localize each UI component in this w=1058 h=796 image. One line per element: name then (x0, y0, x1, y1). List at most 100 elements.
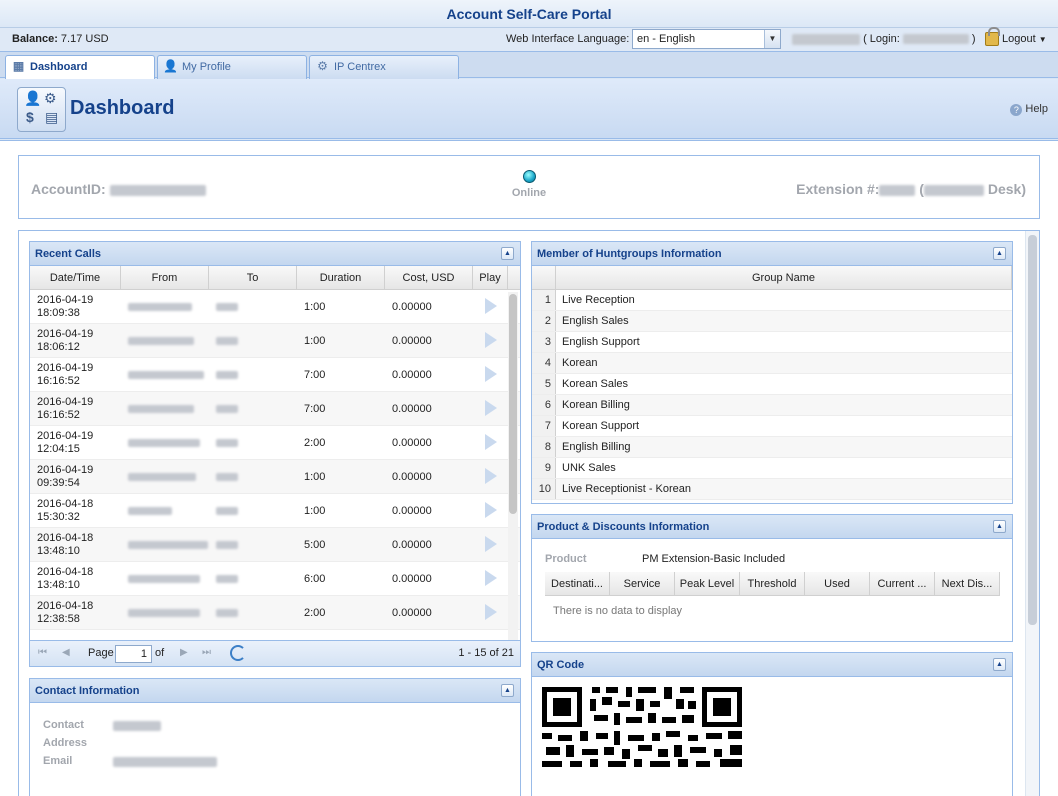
panel-title: QR Code (537, 659, 585, 671)
table-row[interactable]: 2016-04-19 18:09:38 1:00 0.00000 (30, 290, 520, 324)
account-id-label: AccountID: (31, 181, 106, 197)
last-page-icon[interactable]: ⏭ (202, 647, 211, 658)
table-row[interactable]: 2016-04-18 12:38:58 2:00 0.00000 (30, 596, 520, 630)
play-icon[interactable] (485, 366, 497, 380)
play-icon[interactable] (485, 400, 497, 414)
table-row[interactable]: 6 Korean Billing (532, 395, 1012, 416)
group-name: Live Reception (562, 294, 635, 306)
column-header[interactable]: Cost, USD (385, 266, 473, 289)
scrollbar-thumb[interactable] (509, 294, 517, 514)
column-header[interactable]: Duration (297, 266, 385, 289)
redacted-from (128, 404, 194, 413)
collapse-icon[interactable]: ▲ (501, 247, 514, 260)
dashboard-scrollbar[interactable] (1025, 231, 1039, 796)
table-row[interactable]: 2016-04-18 13:48:10 6:00 0.00000 (30, 562, 520, 596)
redacted-from (128, 472, 196, 481)
tab-my-profile[interactable]: 👤 My Profile (157, 55, 307, 79)
collapse-icon[interactable]: ▲ (993, 658, 1006, 671)
column-header[interactable]: Play (473, 266, 508, 289)
collapse-icon[interactable]: ▲ (993, 520, 1006, 533)
collapse-icon[interactable]: ▲ (501, 684, 514, 697)
table-row[interactable]: 2016-04-19 12:04:15 2:00 0.00000 (30, 426, 520, 460)
refresh-icon[interactable] (230, 645, 246, 661)
table-row[interactable]: 2016-04-18 13:48:10 5:00 0.00000 (30, 528, 520, 562)
column-header[interactable]: Group Name (556, 266, 1012, 289)
play-icon[interactable] (485, 604, 497, 618)
column-header[interactable]: Service (610, 572, 675, 595)
call-time: 15:30:32 (37, 510, 80, 523)
table-row[interactable]: 2016-04-19 16:16:52 7:00 0.00000 (30, 392, 520, 426)
call-from (121, 539, 209, 551)
call-datetime: 2016-04-18 12:38:58 (30, 600, 121, 626)
play-icon[interactable] (485, 434, 497, 448)
call-to (209, 539, 297, 551)
play-icon[interactable] (485, 468, 497, 482)
next-page-icon[interactable]: ▶ (180, 647, 188, 658)
play-icon[interactable] (485, 502, 497, 516)
table-row[interactable]: 4 Korean (532, 353, 1012, 374)
page-title: Dashboard (70, 97, 175, 119)
column-header[interactable]: Current ... (870, 572, 935, 595)
call-play-cell (473, 434, 508, 451)
call-from (121, 505, 209, 517)
table-row[interactable]: 2 English Sales (532, 311, 1012, 332)
redacted-username (792, 33, 860, 45)
column-header[interactable]: To (209, 266, 297, 289)
call-play-cell (473, 468, 508, 485)
address-label: Address (43, 737, 88, 749)
table-row[interactable]: 9 UNK Sales (532, 458, 1012, 479)
column-header[interactable]: Used (805, 572, 870, 595)
email-label: Email (43, 755, 73, 767)
column-header[interactable]: Peak Level (675, 572, 740, 595)
table-row[interactable]: 2016-04-19 16:16:52 7:00 0.00000 (30, 358, 520, 392)
call-duration: 7:00 (304, 402, 326, 415)
call-time: 13:48:10 (37, 544, 80, 557)
call-to (209, 471, 297, 483)
call-time: 12:04:15 (37, 442, 80, 455)
logout-button[interactable]: Logout ▼ (985, 27, 1047, 49)
language-select[interactable]: en - English ▼ (632, 29, 781, 49)
tab-label: My Profile (182, 61, 231, 73)
panel-title: Contact Information (35, 685, 140, 697)
table-row[interactable]: 2016-04-19 18:06:12 1:00 0.00000 (30, 324, 520, 358)
group-name: Korean Support (562, 420, 640, 432)
call-to (209, 369, 297, 381)
app-title: Account Self-Care Portal (0, 0, 1058, 28)
table-row[interactable]: 2016-04-19 09:39:54 1:00 0.00000 (30, 460, 520, 494)
extension-info: Extension #: ( Desk) (796, 181, 1026, 197)
table-row[interactable]: 7 Korean Support (532, 416, 1012, 437)
tab-ip-centrex[interactable]: ⚙ IP Centrex (309, 55, 459, 79)
login-info: ( Login: ) (792, 33, 976, 45)
prev-page-icon[interactable]: ◀ (62, 647, 70, 658)
play-icon[interactable] (485, 536, 497, 550)
table-row[interactable]: 10 Live Receptionist - Korean (532, 479, 1012, 500)
chevron-down-icon[interactable]: ▼ (764, 30, 780, 48)
row-number: 2 (532, 311, 556, 331)
play-icon[interactable] (485, 570, 497, 584)
column-header[interactable]: Next Dis... (935, 572, 1000, 595)
column-header[interactable]: Date/Time (30, 266, 121, 289)
tab-dashboard[interactable]: ▦ Dashboard (5, 55, 155, 80)
calls-scrollbar[interactable] (508, 292, 518, 642)
play-icon[interactable] (485, 332, 497, 346)
call-to (209, 301, 297, 313)
collapse-icon[interactable]: ▲ (993, 247, 1006, 260)
call-duration: 1:00 (304, 504, 326, 517)
table-row[interactable]: 5 Korean Sales (532, 374, 1012, 395)
column-header[interactable]: From (121, 266, 209, 289)
dashboard-logo-icon: 👤 ⚙ $ ▤ (17, 87, 66, 132)
scrollbar-thumb[interactable] (1028, 235, 1037, 625)
column-header[interactable]: Threshold (740, 572, 805, 595)
page-header: 👤 ⚙ $ ▤ Dashboard ? Help (0, 79, 1058, 139)
table-row[interactable]: 2016-04-18 15:30:32 1:00 0.00000 (30, 494, 520, 528)
page-label: Page (88, 647, 114, 659)
table-row[interactable]: 3 English Support (532, 332, 1012, 353)
play-icon[interactable] (485, 298, 497, 312)
page-input[interactable]: 1 (115, 645, 152, 663)
column-header[interactable]: Destinati... (545, 572, 610, 595)
table-row[interactable]: 1 Live Reception (532, 290, 1012, 311)
call-from (121, 607, 209, 619)
first-page-icon[interactable]: ⏮ (38, 647, 47, 658)
help-link[interactable]: ? Help (1010, 103, 1048, 116)
table-row[interactable]: 8 English Billing (532, 437, 1012, 458)
